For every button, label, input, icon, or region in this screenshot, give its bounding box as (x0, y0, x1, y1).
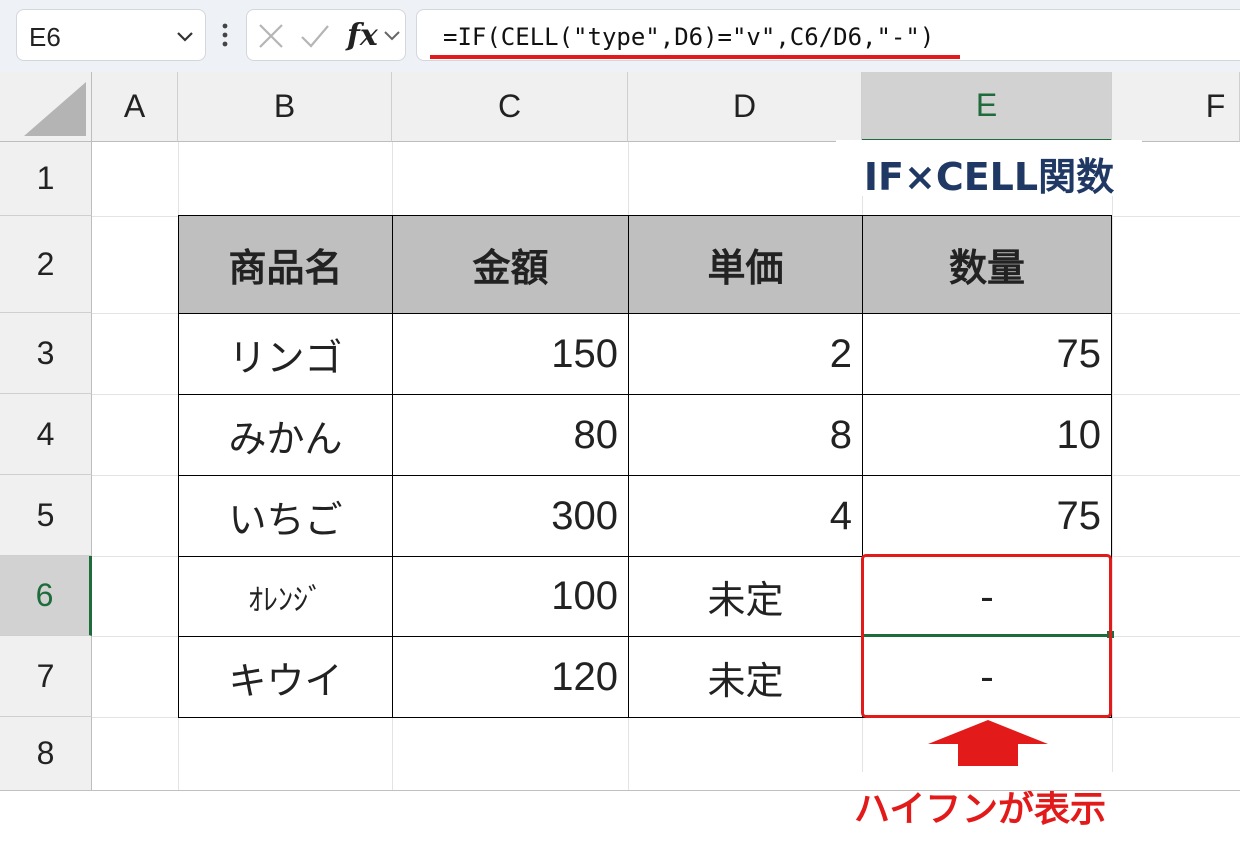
sheet-bottom-border (0, 790, 1240, 791)
cell-c3[interactable]: 150 (392, 313, 629, 395)
name-box-value: E6 (29, 22, 61, 52)
cell-b6[interactable]: ｵﾚﾝｼﾞ (178, 556, 393, 637)
column-header-d[interactable]: D (628, 72, 862, 142)
more-options-icon[interactable] (220, 22, 230, 52)
cell-e4[interactable]: 10 (862, 394, 1112, 476)
cell-d3[interactable]: 2 (628, 313, 863, 395)
row-header-4[interactable]: 4 (0, 394, 92, 475)
column-header-c[interactable]: C (392, 72, 628, 142)
column-header-b[interactable]: B (178, 72, 392, 142)
column-header-a[interactable]: A (92, 72, 178, 142)
cell-b4[interactable]: みかん (178, 394, 393, 476)
cell-e3[interactable]: 75 (862, 313, 1112, 395)
cell-c4[interactable]: 80 (392, 394, 629, 476)
row-header-1[interactable]: 1 (0, 142, 92, 216)
table-header-unit-price[interactable]: 単価 (628, 215, 863, 314)
row-header-7[interactable]: 7 (0, 636, 92, 717)
formula-input[interactable]: =IF(CELL("type",D6)="v",C6/D6,"-") (416, 9, 1240, 61)
cell-d6[interactable]: 未定 (628, 556, 863, 637)
cell-c5[interactable]: 300 (392, 475, 629, 557)
row-header-2[interactable]: 2 (0, 216, 92, 313)
cell-e5[interactable]: 75 (862, 475, 1112, 557)
row-header-5[interactable]: 5 (0, 475, 92, 556)
up-arrow-icon (926, 718, 1050, 772)
table-header-name[interactable]: 商品名 (178, 215, 393, 314)
cell-b7[interactable]: キウイ (178, 636, 393, 718)
cancel-x-icon[interactable] (257, 22, 285, 54)
table-header-amount[interactable]: 金額 (392, 215, 629, 314)
cell-b5[interactable]: いちご (178, 475, 393, 557)
chevron-down-icon[interactable] (175, 26, 195, 50)
gridline (1112, 142, 1113, 790)
cell-d7[interactable]: 未定 (628, 636, 863, 718)
column-header-f[interactable]: F (1112, 72, 1240, 142)
expand-chevron-icon[interactable] (383, 28, 401, 48)
cell-c6[interactable]: 100 (392, 556, 629, 637)
formula-text: =IF(CELL("type",D6)="v",C6/D6,"-") (443, 23, 935, 51)
cell-d4[interactable]: 8 (628, 394, 863, 476)
column-header-e[interactable]: E (862, 72, 1112, 142)
cell-c7[interactable]: 120 (392, 636, 629, 718)
insert-function-button[interactable]: fx (347, 18, 378, 53)
highlight-box (861, 554, 1112, 718)
callout-text: ハイフンが表示 (853, 789, 1106, 830)
sheet-title: IF×CELL関数 (863, 155, 1115, 199)
formula-buttons: fx (246, 9, 406, 61)
name-box[interactable]: E6 (16, 9, 206, 61)
enter-check-icon[interactable] (299, 22, 331, 54)
table-header-quantity[interactable]: 数量 (862, 215, 1112, 314)
cell-d5[interactable]: 4 (628, 475, 863, 557)
row-header-6[interactable]: 6 (0, 556, 92, 636)
cell-b3[interactable]: リンゴ (178, 313, 393, 395)
formula-underline (430, 55, 960, 59)
row-header-8[interactable]: 8 (0, 717, 92, 791)
row-header-3[interactable]: 3 (0, 313, 92, 394)
select-all-corner[interactable] (0, 72, 92, 142)
